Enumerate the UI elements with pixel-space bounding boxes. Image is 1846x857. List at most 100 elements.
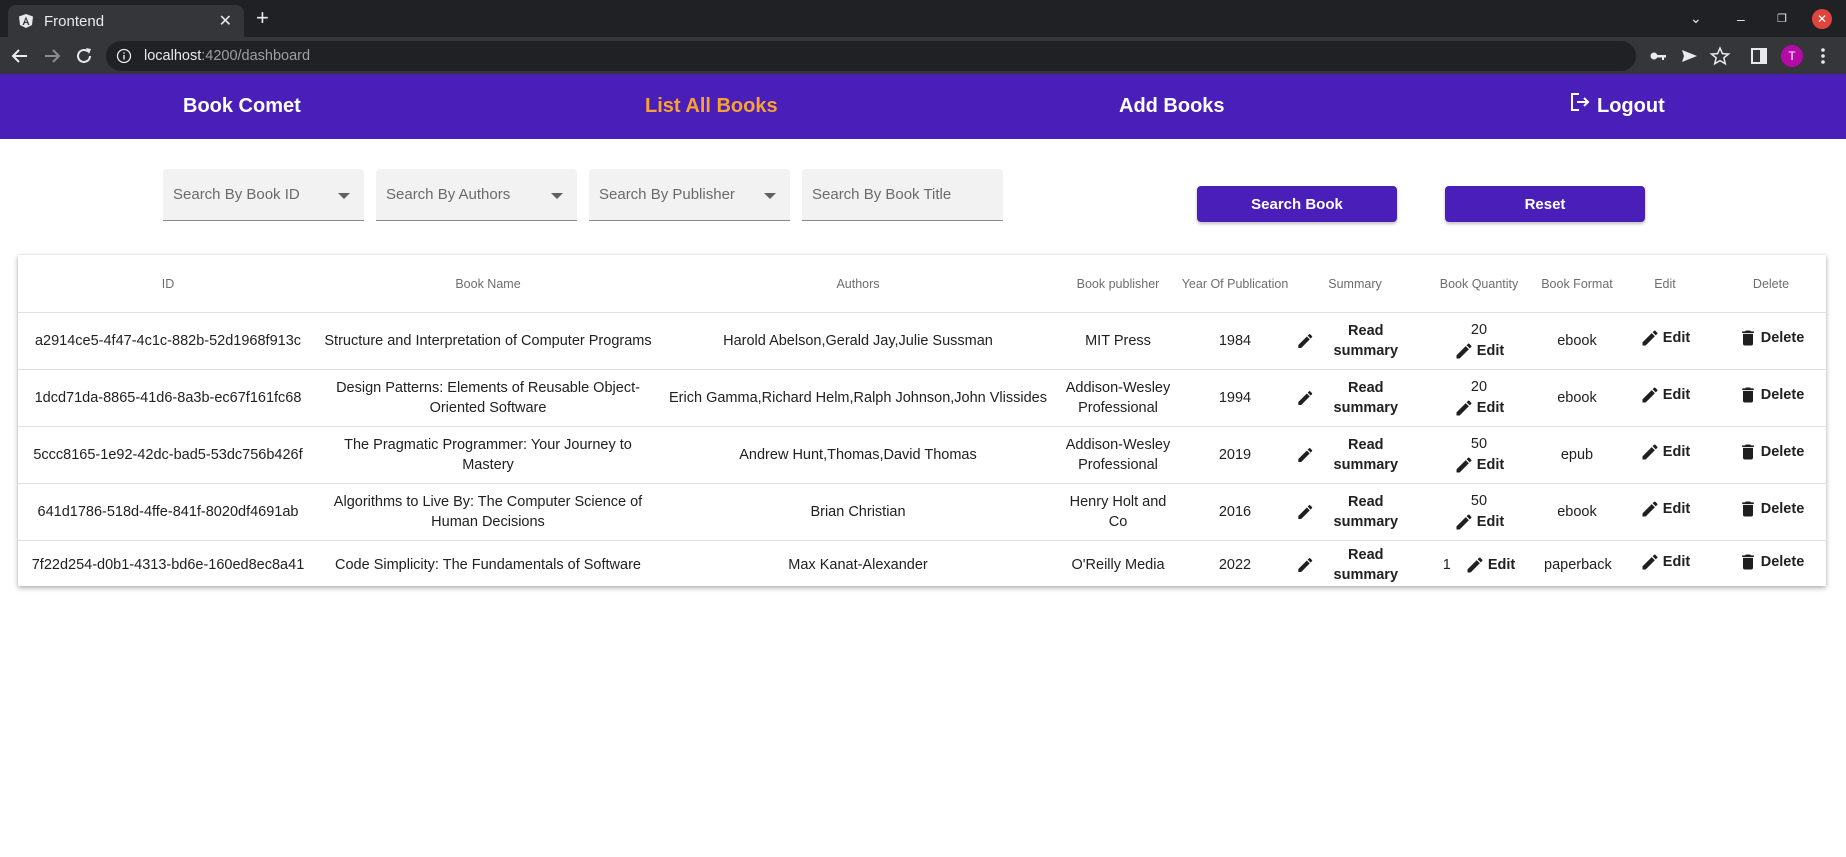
edit-book-button[interactable]: Edit	[1640, 328, 1690, 348]
new-tab-icon[interactable]: +	[256, 5, 269, 31]
reset-button[interactable]: Reset	[1445, 186, 1645, 222]
read-summary-button[interactable]: Read summary	[1296, 435, 1414, 475]
table-body: a2914ce5-4f47-4c1c-882b-52d1968f913c Str…	[18, 312, 1826, 589]
restore-icon[interactable]: ❐	[1777, 0, 1787, 37]
header-id[interactable]: ID	[18, 255, 318, 313]
nav-list-all-books[interactable]: List All Books	[645, 74, 778, 139]
pencil-icon	[1298, 391, 1313, 405]
edit-book-button[interactable]: Edit	[1640, 385, 1690, 405]
year-cell: 1994	[1178, 369, 1292, 427]
window-close-button[interactable]: ✕	[1812, 0, 1832, 37]
reload-icon[interactable]	[73, 45, 95, 67]
edit-quantity-button[interactable]: Edit	[1454, 398, 1504, 418]
publisher-cell: O'Reilly Media	[1071, 556, 1165, 573]
bookmark-star-icon[interactable]	[1709, 45, 1731, 67]
edit-quantity-label: Edit	[1476, 514, 1505, 530]
edit-quantity-button[interactable]: Edit	[1465, 555, 1515, 575]
header-format[interactable]: Book Format	[1540, 255, 1614, 313]
read-summary-label: Read summary	[1333, 494, 1399, 530]
year-cell: 2019	[1178, 426, 1292, 484]
read-summary-button[interactable]: Read summary	[1296, 378, 1414, 418]
edit-quantity-button[interactable]: Edit	[1454, 341, 1504, 361]
edit-quantity-button[interactable]: Edit	[1454, 455, 1504, 475]
edit-book-button[interactable]: Edit	[1640, 442, 1690, 462]
authors-cell: Harold Abelson,Gerald Jay,Julie Sussman	[658, 312, 1058, 370]
read-summary-button[interactable]: Read summary	[1296, 492, 1414, 532]
header-summary[interactable]: Summary	[1292, 255, 1418, 313]
header-book-name[interactable]: Book Name	[318, 255, 658, 313]
delete-book-button[interactable]: Delete	[1738, 499, 1804, 519]
edit-quantity-button[interactable]: Edit	[1454, 512, 1504, 532]
delete-book-button[interactable]: Delete	[1738, 328, 1805, 348]
url-path: :4200/dashboard	[201, 48, 311, 64]
books-table: ID Book Name Authors Book publisher Year…	[18, 255, 1826, 588]
browser-menu-icon[interactable]	[1812, 45, 1834, 67]
header-year[interactable]: Year Of Publication	[1178, 255, 1292, 313]
header-authors[interactable]: Authors	[658, 255, 1058, 313]
app-navbar: Book Comet List All Books Add Books Logo…	[0, 74, 1846, 139]
book-id-select[interactable]: Search By Book ID	[163, 169, 364, 221]
url-host: localhost	[144, 48, 202, 64]
minimize-icon[interactable]: –	[1737, 0, 1745, 37]
key-icon[interactable]	[1647, 45, 1669, 67]
delete-book-button[interactable]: Delete	[1738, 552, 1805, 572]
edit-book-button[interactable]: Edit	[1640, 499, 1690, 519]
year-cell: 1984	[1178, 312, 1292, 370]
read-summary-label: Read summary	[1333, 437, 1399, 473]
read-summary-button[interactable]: Read summary	[1296, 321, 1414, 361]
delete-book-button[interactable]: Delete	[1738, 442, 1804, 462]
url-bar[interactable]: localhost:4200/dashboard	[106, 41, 1636, 71]
delete-book-label: Delete	[1760, 330, 1805, 346]
header-publisher[interactable]: Book publisher	[1058, 255, 1178, 313]
delete-cell: Delete	[1716, 541, 1826, 589]
trash-icon	[1741, 554, 1754, 569]
book-name-cell: Algorithms to Live By: The Computer Scie…	[318, 483, 658, 541]
publisher-select[interactable]: Search By Publisher	[589, 169, 790, 221]
brand-link[interactable]: Book Comet	[183, 74, 301, 139]
pencil-icon	[1642, 553, 1658, 569]
quantity-cell: 50 Edit	[1418, 483, 1540, 541]
profile-avatar[interactable]: T	[1781, 45, 1803, 67]
authors-select[interactable]: Search By Authors	[376, 169, 577, 221]
table-row: a2914ce5-4f47-4c1c-882b-52d1968f913c Str…	[18, 312, 1826, 370]
delete-cell: Delete	[1716, 426, 1826, 484]
header-edit[interactable]: Edit	[1614, 255, 1716, 313]
book-title-input[interactable]: Search By Book Title	[802, 169, 1003, 221]
site-info-icon[interactable]	[116, 48, 132, 64]
read-summary-label: Read summary	[1333, 380, 1399, 416]
books-table-card: ID Book Name Authors Book publisher Year…	[18, 255, 1826, 586]
edit-book-label: Edit	[1662, 553, 1691, 570]
back-arrow-icon[interactable]	[9, 45, 31, 67]
publisher-placeholder: Search By Publisher	[599, 186, 735, 203]
tab-search-icon[interactable]: ⌄	[1690, 0, 1702, 37]
delete-cell: Delete	[1716, 369, 1826, 427]
authors-cell: Max Kanat-Alexander	[788, 556, 928, 573]
authors-cell: Erich Gamma,Richard Helm,Ralph Johnson,J…	[658, 369, 1058, 427]
quantity-cell: 50 Edit	[1418, 426, 1540, 484]
close-tab-icon[interactable]: ✕	[219, 11, 232, 31]
format-cell: ebook	[1540, 369, 1614, 427]
edit-book-label: Edit	[1662, 330, 1691, 346]
publisher-cell: Henry Holt and Co	[1058, 483, 1178, 541]
quantity-cell-content: 50 Edit	[1422, 435, 1536, 475]
format-cell: epub	[1540, 426, 1614, 484]
side-panel-icon[interactable]	[1748, 45, 1770, 67]
browser-tab[interactable]: Frontend ✕	[8, 5, 244, 37]
delete-book-button[interactable]: Delete	[1738, 385, 1804, 405]
send-icon[interactable]	[1678, 45, 1700, 67]
read-summary-label: Read summary	[1333, 323, 1399, 359]
authors-placeholder: Search By Authors	[386, 186, 511, 203]
forward-arrow-icon[interactable]	[41, 45, 63, 67]
header-quantity[interactable]: Book Quantity	[1418, 255, 1540, 313]
logout-link[interactable]: Logout	[1569, 74, 1665, 139]
search-book-button[interactable]: Search Book	[1197, 186, 1397, 222]
edit-book-button[interactable]: Edit	[1640, 552, 1690, 572]
delete-book-label: Delete	[1760, 553, 1805, 570]
quantity-value: 1	[1442, 556, 1451, 573]
edit-quantity-label: Edit	[1476, 457, 1505, 473]
nav-add-books[interactable]: Add Books	[1119, 74, 1225, 139]
read-summary-button[interactable]: Read summary	[1296, 545, 1414, 585]
header-delete[interactable]: Delete	[1716, 255, 1826, 313]
pencil-icon	[1456, 514, 1472, 530]
pencil-icon	[1456, 343, 1472, 359]
